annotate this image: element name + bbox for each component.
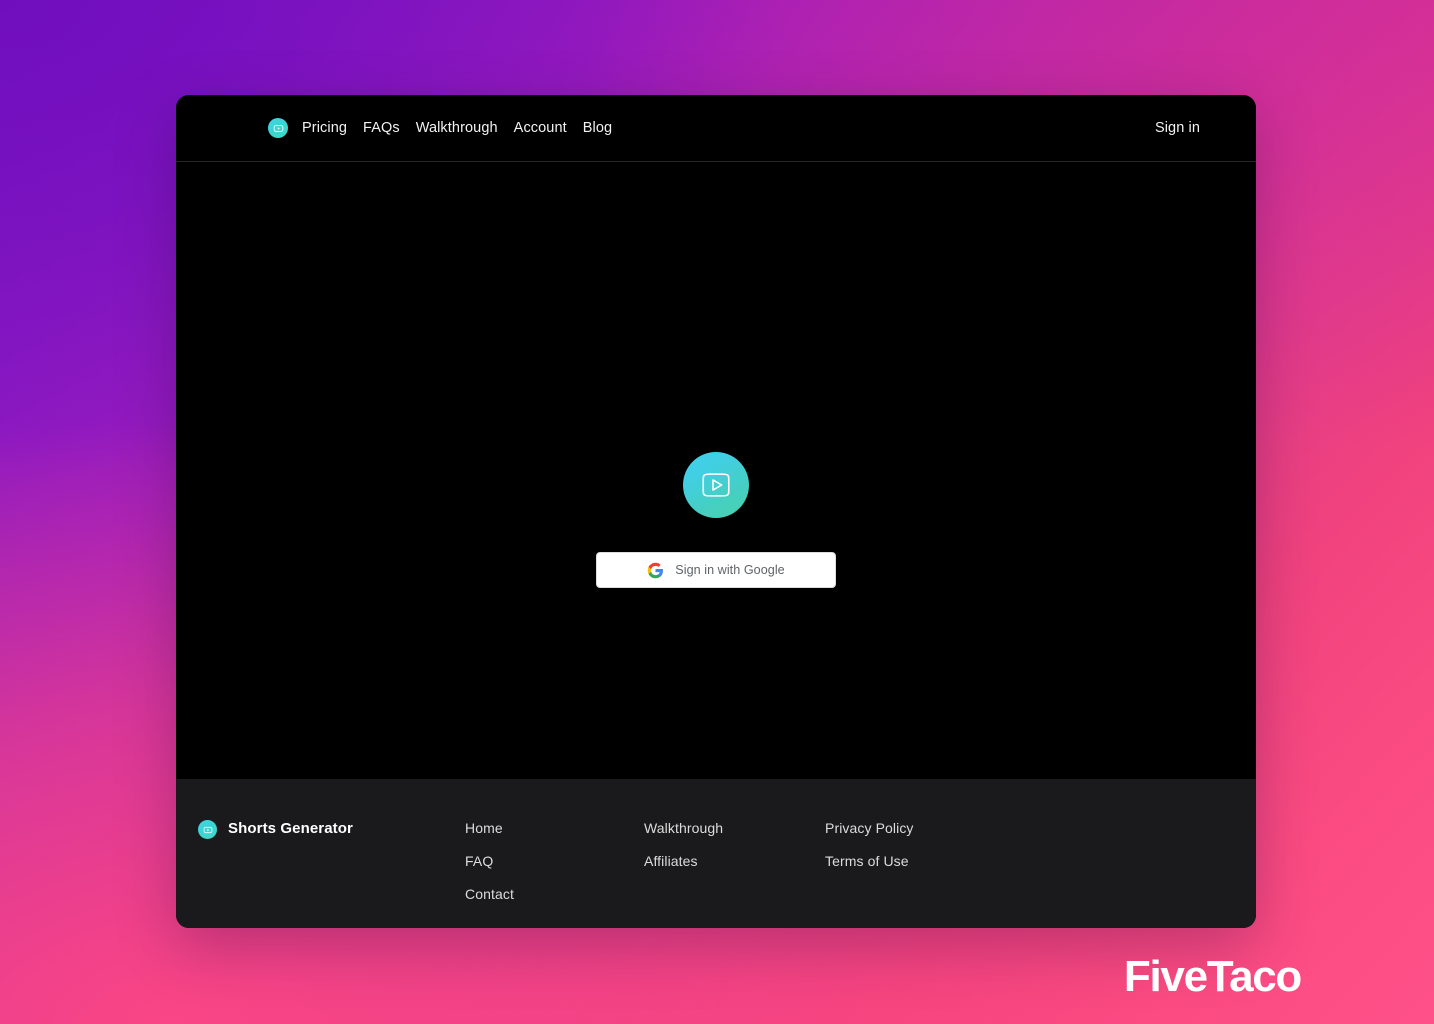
footer-link-terms-of-use[interactable]: Terms of Use	[825, 852, 909, 870]
footer-link-faq[interactable]: FAQ	[465, 852, 493, 870]
nav-item-pricing[interactable]: Pricing	[302, 121, 347, 136]
nav-item-walkthrough[interactable]: Walkthrough	[416, 121, 498, 136]
footer-brand: Shorts Generator	[176, 819, 465, 928]
shorts-play-logo-icon[interactable]	[268, 118, 288, 138]
footer-link-affiliates[interactable]: Affiliates	[644, 852, 698, 870]
fivetaco-watermark: FiveTaco	[1123, 952, 1302, 1001]
footer-brand-name: Shorts Generator	[228, 820, 353, 837]
google-button-label: Sign in with Google	[675, 562, 785, 577]
site-footer: Shorts Generator Home FAQ Contact Walkth…	[176, 779, 1256, 928]
footer-link-walkthrough[interactable]: Walkthrough	[644, 819, 723, 837]
nav-item-faqs[interactable]: FAQs	[363, 121, 400, 136]
main-content: Sign in with Google	[176, 162, 1256, 779]
google-g-icon	[647, 562, 664, 578]
primary-nav: Pricing FAQs Walkthrough Account Blog	[302, 121, 612, 136]
footer-column-resources: Walkthrough Affiliates	[644, 819, 825, 928]
footer-link-privacy-policy[interactable]: Privacy Policy	[825, 819, 914, 837]
header-sign-in-link[interactable]: Sign in	[1155, 121, 1200, 136]
nav-item-account[interactable]: Account	[514, 121, 567, 136]
app-window-card: Pricing FAQs Walkthrough Account Blog Si…	[176, 95, 1256, 928]
footer-column-product: Home FAQ Contact	[465, 819, 644, 928]
site-header: Pricing FAQs Walkthrough Account Blog Si…	[176, 95, 1256, 162]
footer-column-legal: Privacy Policy Terms of Use	[825, 819, 1004, 928]
sign-in-with-google-button[interactable]: Sign in with Google	[596, 552, 836, 588]
youtube-play-icon	[683, 452, 749, 518]
footer-link-home[interactable]: Home	[465, 819, 503, 837]
nav-item-blog[interactable]: Blog	[583, 121, 612, 136]
footer-link-contact[interactable]: Contact	[465, 885, 514, 903]
shorts-play-logo-icon[interactable]	[198, 820, 217, 839]
